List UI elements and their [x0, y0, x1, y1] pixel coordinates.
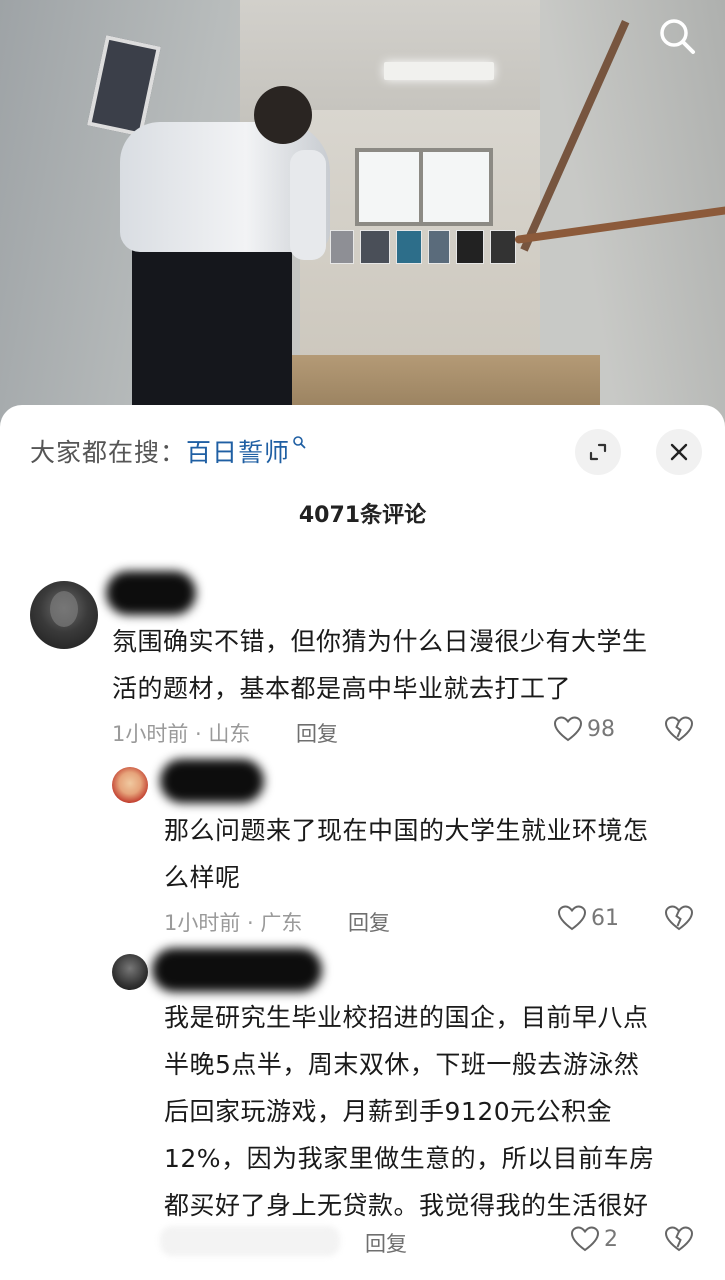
hot-search-label: 大家都在搜： [30, 438, 187, 467]
hot-search[interactable]: 大家都在搜：百日誓师 [30, 433, 306, 469]
time-location-redacted [160, 1226, 340, 1256]
comment-count: 4071条评论 [298, 503, 427, 528]
comment-text: 氛围确实不错，但你猜为什么日漫很少有大学生 活的题材，基本都是高中毕业就去打工了 [112, 627, 648, 703]
reply-button[interactable]: 回复 [296, 718, 338, 748]
broken-heart-icon [664, 716, 694, 742]
comment-item: 氛围确实不错，但你猜为什么日漫很少有大学生 活的题材，基本都是高中毕业就去打工了… [0, 571, 725, 761]
like-count: 61 [591, 905, 619, 931]
like-button[interactable]: 2 [570, 1225, 618, 1253]
expand-icon [589, 443, 607, 461]
username-redacted [152, 948, 322, 992]
heart-icon [570, 1226, 600, 1252]
close-icon [670, 443, 688, 461]
heart-icon [553, 716, 583, 742]
scene-person-pants [132, 225, 292, 430]
like-count: 2 [604, 1226, 618, 1252]
scene-window [355, 148, 493, 226]
comment-text: 那么问题来了现在中国的大学生就业环境怎 么样呢 [164, 816, 649, 892]
comment-item: 那么问题来了现在中国的大学生就业环境怎 么样呢 1小时前 · 广东 回复 61 [0, 759, 725, 947]
search-button[interactable] [655, 14, 699, 58]
like-button[interactable]: 98 [553, 715, 615, 743]
avatar[interactable] [112, 954, 148, 990]
search-icon [660, 19, 695, 54]
avatar[interactable] [112, 767, 148, 803]
scene-person-head [254, 86, 312, 144]
avatar[interactable] [30, 581, 98, 649]
dislike-button[interactable] [664, 904, 694, 936]
reply-button[interactable]: 回复 [365, 1228, 407, 1258]
app-root: 大家都在搜：百日誓师 4071条评论 氛围确实不错，但你猜为什么日漫很少有大学生… [0, 0, 725, 1280]
search-small-icon [293, 436, 306, 449]
video-player[interactable] [0, 0, 725, 430]
broken-heart-icon [664, 1226, 694, 1252]
like-count: 98 [587, 716, 615, 742]
dislike-button[interactable] [664, 715, 694, 747]
scene-posters [330, 230, 520, 270]
comment-time-location: 1小时前 · 山东 [112, 722, 251, 746]
comment-text: 我是研究生毕业校招进的国企，目前早八点 半晚5点半，周末双休，下班一般去游泳然 … [164, 1003, 655, 1220]
heart-icon [557, 905, 587, 931]
scene-person-arm [290, 150, 326, 260]
close-button[interactable] [656, 429, 702, 475]
like-button[interactable]: 61 [557, 904, 619, 932]
reply-button[interactable]: 回复 [348, 907, 390, 937]
comment-item: 我是研究生毕业校招进的国企，目前早八点 半晚5点半，周末双休，下班一般去游泳然 … [0, 948, 725, 1257]
username-redacted [106, 571, 196, 615]
comment-sheet: 大家都在搜：百日誓师 4071条评论 氛围确实不错，但你猜为什么日漫很少有大学生… [0, 405, 725, 1280]
scene-ceiling-light [384, 62, 494, 80]
dislike-button[interactable] [664, 1225, 694, 1257]
expand-button[interactable] [575, 429, 621, 475]
username-redacted [160, 759, 264, 803]
comment-time-location: 1小时前 · 广东 [164, 911, 303, 935]
hot-search-keyword[interactable]: 百日誓师 [186, 438, 290, 467]
broken-heart-icon [664, 905, 694, 931]
